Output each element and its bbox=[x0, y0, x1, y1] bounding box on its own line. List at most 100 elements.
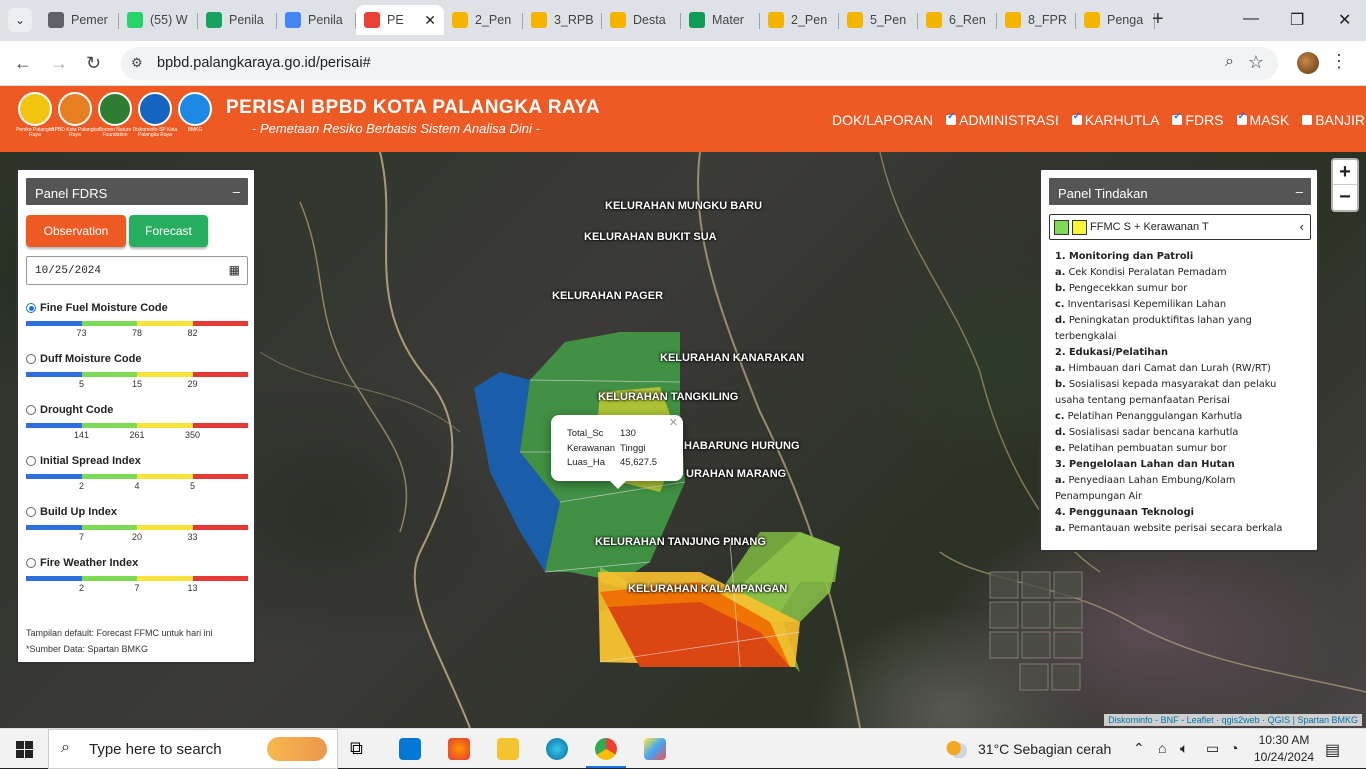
browser-tab[interactable]: 3_RPB bbox=[523, 5, 602, 35]
legend-swatch bbox=[1072, 219, 1087, 235]
new-tab-icon[interactable]: + bbox=[1152, 8, 1164, 31]
search-icon[interactable]: ⌕ bbox=[1225, 53, 1234, 71]
restore-icon[interactable]: ❐ bbox=[1290, 10, 1304, 30]
radio-button[interactable] bbox=[26, 303, 36, 313]
system-clock[interactable]: 10:30 AM 10/24/2024 bbox=[1254, 732, 1314, 766]
browser-tab[interactable]: Mater bbox=[681, 5, 760, 35]
partner-logo-icon bbox=[178, 92, 212, 126]
browser-tab[interactable]: 6_Ren bbox=[918, 5, 997, 35]
index-option[interactable]: Fire Weather Index bbox=[26, 557, 248, 569]
browser-tab[interactable]: 2_Pen bbox=[760, 5, 839, 35]
window-close-icon[interactable]: ✕ bbox=[1338, 10, 1351, 30]
browser-tab[interactable]: Penga bbox=[1076, 5, 1155, 35]
tray-chevron-icon[interactable]: ⌃ bbox=[1133, 740, 1145, 757]
browser-tab[interactable]: Pemer bbox=[40, 5, 119, 35]
scale-segment bbox=[26, 525, 82, 530]
reload-icon[interactable]: ↻ bbox=[86, 53, 101, 74]
tab-search-button[interactable]: ⌄ bbox=[8, 8, 32, 32]
outlook-icon[interactable] bbox=[399, 738, 421, 760]
wifi-icon[interactable]: ◔ bbox=[1230, 740, 1238, 756]
tindakan-select[interactable]: FFMC S + Kerawanan T ‹ bbox=[1049, 214, 1311, 240]
tab-title: 5_Pen bbox=[870, 13, 907, 27]
nav-dok-laporan[interactable]: DOK/LAPORAN bbox=[832, 112, 933, 128]
radio-button[interactable] bbox=[26, 405, 36, 415]
zoom-in-button[interactable]: + bbox=[1333, 160, 1357, 185]
checkbox[interactable] bbox=[1071, 111, 1082, 125]
browser-tab[interactable]: Desta bbox=[602, 5, 681, 35]
index-option[interactable]: Initial Spread Index bbox=[26, 455, 248, 467]
index-option[interactable]: Build Up Index bbox=[26, 506, 248, 518]
panel-minimize-icon[interactable]: – bbox=[233, 184, 240, 199]
browser-tab[interactable]: 2_Pen bbox=[444, 5, 523, 35]
checkbox[interactable] bbox=[946, 111, 957, 125]
site-info-icon[interactable]: ⚙ bbox=[131, 55, 143, 71]
omnibox[interactable]: ⚙ bpbd.palangkaraya.go.id/perisai# ⌕ ☆ bbox=[121, 47, 1278, 80]
radio-button[interactable] bbox=[26, 558, 36, 568]
notification-icon[interactable]: ▤ bbox=[1325, 740, 1340, 760]
scale-segment bbox=[137, 372, 193, 377]
scale-segment bbox=[192, 576, 248, 581]
zoom-out-button[interactable]: − bbox=[1333, 185, 1357, 210]
index-option[interactable]: Drought Code bbox=[26, 404, 248, 416]
layer-toggle[interactable]: ADMINISTRASI bbox=[946, 111, 1059, 128]
radio-button[interactable] bbox=[26, 456, 36, 466]
task-view-icon[interactable]: ⧉ bbox=[350, 738, 372, 760]
popup-close-icon[interactable]: ✕ bbox=[669, 416, 678, 429]
index-option[interactable]: Duff Moisture Code bbox=[26, 353, 248, 365]
windows-start-icon[interactable] bbox=[16, 741, 33, 758]
tab-favicon-icon bbox=[689, 12, 705, 28]
profile-avatar[interactable] bbox=[1297, 52, 1319, 74]
tab-title: Penila bbox=[229, 13, 264, 27]
checkbox[interactable] bbox=[1172, 111, 1183, 125]
back-icon[interactable]: ← bbox=[14, 53, 32, 74]
forecast-button[interactable]: Forecast bbox=[129, 215, 208, 247]
radio-button[interactable] bbox=[26, 507, 36, 517]
kebab-menu-icon[interactable]: ⋮ bbox=[1330, 51, 1348, 72]
weather-widget[interactable]: 31°C Sebagian cerah bbox=[946, 740, 1111, 758]
browser-tab[interactable]: 8_FPR bbox=[997, 5, 1076, 35]
panel-minimize-icon[interactable]: – bbox=[1296, 184, 1303, 199]
scale-tick: 261 bbox=[129, 430, 145, 440]
forward-icon[interactable]: → bbox=[50, 53, 68, 74]
checkbox[interactable] bbox=[1302, 115, 1313, 125]
date-input[interactable]: 10/25/2024 ▦ bbox=[26, 256, 248, 285]
minimize-icon[interactable]: — bbox=[1243, 10, 1259, 28]
firefox-icon[interactable] bbox=[448, 738, 470, 760]
browser-tab[interactable]: (55) W bbox=[119, 5, 198, 35]
radio-button[interactable] bbox=[26, 354, 36, 364]
paint-icon[interactable] bbox=[644, 738, 666, 760]
edge-icon[interactable] bbox=[546, 738, 568, 760]
taskbar-search[interactable]: ⌕ Type here to search bbox=[48, 729, 338, 769]
browser-tab[interactable]: Penila bbox=[198, 5, 277, 35]
battery-icon[interactable]: ▭ bbox=[1206, 740, 1219, 757]
layer-toggle[interactable]: MASK bbox=[1236, 111, 1289, 128]
layer-toggle[interactable]: FDRS bbox=[1172, 111, 1224, 128]
scale-tick: 5 bbox=[189, 481, 196, 491]
item-letter: d. bbox=[1055, 427, 1066, 438]
checkbox[interactable] bbox=[1236, 111, 1247, 125]
tab-title: Desta bbox=[633, 13, 666, 27]
volume-icon[interactable]: 🔈︎ bbox=[1180, 740, 1188, 757]
panel-note: Tampilan default: Forecast FFMC untuk ha… bbox=[26, 628, 213, 638]
browser-tab[interactable]: Penila bbox=[277, 5, 356, 35]
map-attribution[interactable]: Diskominfo - BNF - Leaflet · qgis2web · … bbox=[1104, 714, 1362, 726]
tindakan-item: c. Inventarisasi Kepemilikan Lahan bbox=[1055, 297, 1305, 313]
index-option[interactable]: Fine Fuel Moisture Code bbox=[26, 302, 248, 314]
tab-favicon-icon bbox=[847, 12, 863, 28]
tindakan-select-value: FFMC S + Kerawanan T bbox=[1090, 221, 1209, 233]
chrome-icon[interactable] bbox=[595, 738, 617, 760]
calendar-icon[interactable]: ▦ bbox=[229, 263, 240, 278]
layer-toggle[interactable]: KARHUTLA bbox=[1071, 111, 1159, 128]
observation-button[interactable]: Observation bbox=[26, 215, 126, 247]
browser-tab[interactable]: 5_Pen bbox=[839, 5, 918, 35]
close-tab-icon[interactable]: ✕ bbox=[424, 12, 436, 29]
file-explorer-icon[interactable] bbox=[497, 738, 519, 760]
color-scale bbox=[26, 525, 248, 530]
layer-toggle[interactable]: BANJIR bbox=[1302, 112, 1365, 128]
tab-title: Penga bbox=[1107, 13, 1144, 27]
bookmark-star-icon[interactable]: ☆ bbox=[1248, 52, 1264, 73]
url-text[interactable]: bpbd.palangkaraya.go.id/perisai# bbox=[157, 55, 371, 71]
tab-active[interactable]: PE ✕ bbox=[356, 5, 444, 35]
network-icon[interactable]: ⌂ bbox=[1158, 740, 1166, 756]
tab-favicon-icon bbox=[127, 12, 143, 28]
